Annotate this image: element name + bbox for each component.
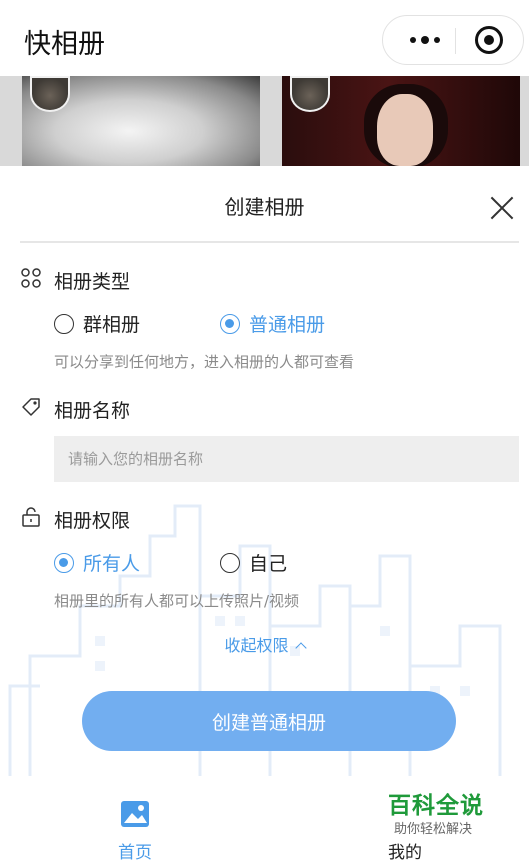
radio-label: 自己 xyxy=(249,553,288,575)
tab-home[interactable]: 首页 xyxy=(75,776,195,864)
radio-everyone[interactable]: 所有人 xyxy=(54,549,140,576)
album-thumbnail[interactable] xyxy=(22,76,260,168)
tag-icon xyxy=(22,398,40,416)
album-name-label: 相册名称 xyxy=(54,400,131,422)
radio-circle[interactable] xyxy=(220,552,240,573)
close-x-icon[interactable] xyxy=(486,192,518,224)
create-album-sheet: 创建相册 相册类型 群相册 普通相册 可以分享到任何地方，进入相册的人都可查看 … xyxy=(0,166,529,776)
radio-circle[interactable] xyxy=(54,313,74,334)
album-name-input[interactable] xyxy=(54,436,519,482)
collapse-permissions-link[interactable]: 收起权限 xyxy=(0,632,529,656)
grid-icon xyxy=(21,268,41,288)
chevron-up-icon xyxy=(294,642,307,654)
watermark-logo: 百科全说 助你轻松解决 xyxy=(378,786,498,840)
watermark-title: 百科全说 xyxy=(388,793,484,819)
circle-close-icon[interactable] xyxy=(475,26,503,54)
album-thumbnail[interactable] xyxy=(282,76,520,168)
radio-normal-album[interactable]: 普通相册 xyxy=(220,310,325,337)
lock-icon xyxy=(22,507,40,527)
radio-label: 群相册 xyxy=(83,314,141,336)
more-dots-icon[interactable] xyxy=(397,16,453,64)
album-type-hint: 可以分享到任何地方，进入相册的人都可查看 xyxy=(54,353,355,371)
radio-circle[interactable] xyxy=(220,313,240,334)
divider xyxy=(20,241,519,243)
capsule-divider xyxy=(455,28,456,54)
avatar xyxy=(290,76,330,112)
mini-program-capsule xyxy=(382,15,524,65)
top-bar: 快相册 xyxy=(0,0,529,76)
album-permission-label: 相册权限 xyxy=(54,510,131,532)
avatar xyxy=(30,76,70,112)
radio-label: 普通相册 xyxy=(249,314,326,336)
radio-circle[interactable] xyxy=(54,552,74,573)
collapse-label: 收起权限 xyxy=(224,636,289,655)
watermark-subtitle: 助你轻松解决 xyxy=(394,822,473,837)
radio-group-album[interactable]: 群相册 xyxy=(54,310,140,337)
app-title: 快相册 xyxy=(24,29,105,60)
radio-label: 所有人 xyxy=(83,553,141,575)
radio-self[interactable]: 自己 xyxy=(220,549,287,576)
album-type-label: 相册类型 xyxy=(54,271,131,293)
album-permission-hint: 相册里的所有人都可以上传照片/视频 xyxy=(54,592,300,610)
image-icon xyxy=(121,801,149,827)
tab-label: 首页 xyxy=(118,843,152,863)
create-album-button[interactable]: 创建普通相册 xyxy=(82,691,456,751)
sheet-title: 创建相册 xyxy=(224,195,305,219)
tab-label: 我的 xyxy=(388,843,422,863)
album-photo-strip xyxy=(0,76,529,168)
